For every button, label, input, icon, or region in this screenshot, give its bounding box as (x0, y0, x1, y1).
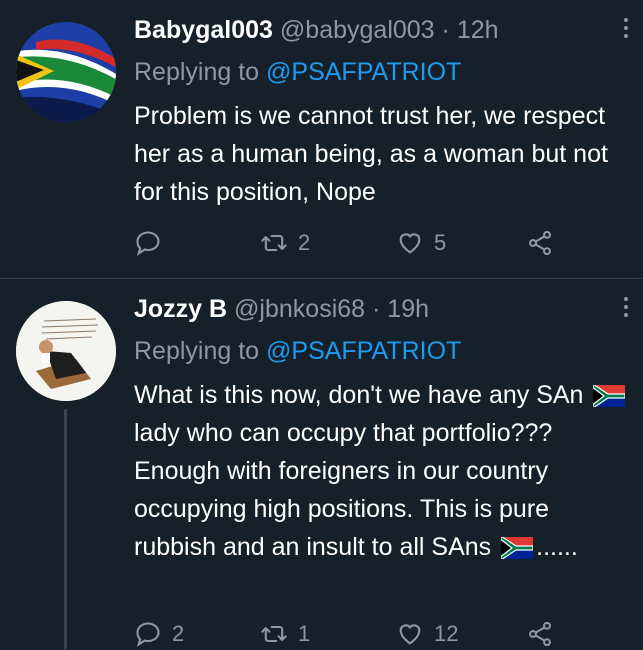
timestamp[interactable]: 19h (387, 295, 429, 323)
tweet-text: What is this now, don't we have any SAn … (134, 376, 629, 566)
more-options-icon[interactable] (621, 297, 631, 321)
heart-icon (399, 624, 421, 645)
replying-label: Replying to (134, 337, 260, 365)
retweet-icon (261, 234, 287, 252)
south-africa-flag-icon (593, 385, 626, 408)
display-name[interactable]: Jozzy B (134, 295, 227, 323)
tweet-header: Jozzy B @jbnkosi68 · 19h (134, 295, 429, 324)
share-button[interactable] (526, 229, 554, 257)
user-handle[interactable]: @jbnkosi68 (234, 295, 365, 323)
mention-link[interactable]: @PSAFPATRIOT (266, 337, 461, 365)
tweet-text-part-1: What is this now, don't we have any SAn (134, 381, 584, 409)
tweet-text-part-3: ...... (536, 533, 578, 561)
retweet-count: 1 (298, 621, 311, 646)
replying-to: Replying to @PSAFPATRIOT (134, 58, 461, 87)
like-count: 12 (434, 621, 459, 646)
reply-button[interactable]: 2 (134, 620, 184, 648)
avatar-jozzy-b[interactable] (16, 301, 116, 401)
retweet-button[interactable]: 1 (260, 620, 310, 648)
more-options-icon[interactable] (621, 18, 631, 42)
thread-line (64, 409, 67, 649)
tweet-text-part-2: lady who can occupy that portfolio??? En… (134, 419, 553, 561)
replying-label: Replying to (134, 58, 260, 86)
tweet-jozzy-b[interactable]: Jozzy B @jbnkosi68 · 19h Replying to @PS… (0, 279, 643, 650)
like-button[interactable]: 12 (396, 620, 458, 648)
separator-dot: · (372, 295, 381, 323)
retweet-icon (261, 625, 287, 643)
display-name[interactable]: Babygal003 (134, 16, 273, 44)
sa-flag-avatar-icon (16, 22, 116, 122)
like-count: 5 (434, 230, 447, 255)
retweet-button[interactable]: 2 (260, 229, 310, 257)
man-in-chair-avatar-icon (16, 301, 116, 401)
tweet-actions: 2 5 (134, 229, 594, 259)
heart-icon (399, 233, 421, 254)
user-handle[interactable]: @babygal003 (280, 16, 435, 44)
like-button[interactable]: 5 (396, 229, 446, 257)
share-button[interactable] (526, 620, 554, 648)
share-icon (529, 621, 551, 647)
tweet-text: Problem is we cannot trust her, we respe… (134, 102, 608, 206)
south-africa-flag-icon (501, 537, 534, 560)
retweet-count: 2 (298, 230, 311, 255)
replying-to: Replying to @PSAFPATRIOT (134, 337, 461, 366)
share-icon (529, 230, 551, 256)
mention-link[interactable]: @PSAFPATRIOT (266, 58, 461, 86)
timestamp[interactable]: 12h (457, 16, 499, 44)
reply-icon (136, 231, 160, 256)
avatar-babygal003[interactable] (16, 22, 116, 122)
reply-count: 2 (172, 621, 185, 646)
reply-button[interactable] (134, 229, 172, 257)
reply-icon (136, 622, 160, 647)
separator-dot: · (441, 16, 450, 44)
tweet-actions: 2 1 12 (134, 620, 594, 650)
tweet-babygal003[interactable]: Babygal003 @babygal003 · 12h Replying to… (0, 0, 643, 279)
tweet-header: Babygal003 @babygal003 · 12h (134, 16, 499, 45)
